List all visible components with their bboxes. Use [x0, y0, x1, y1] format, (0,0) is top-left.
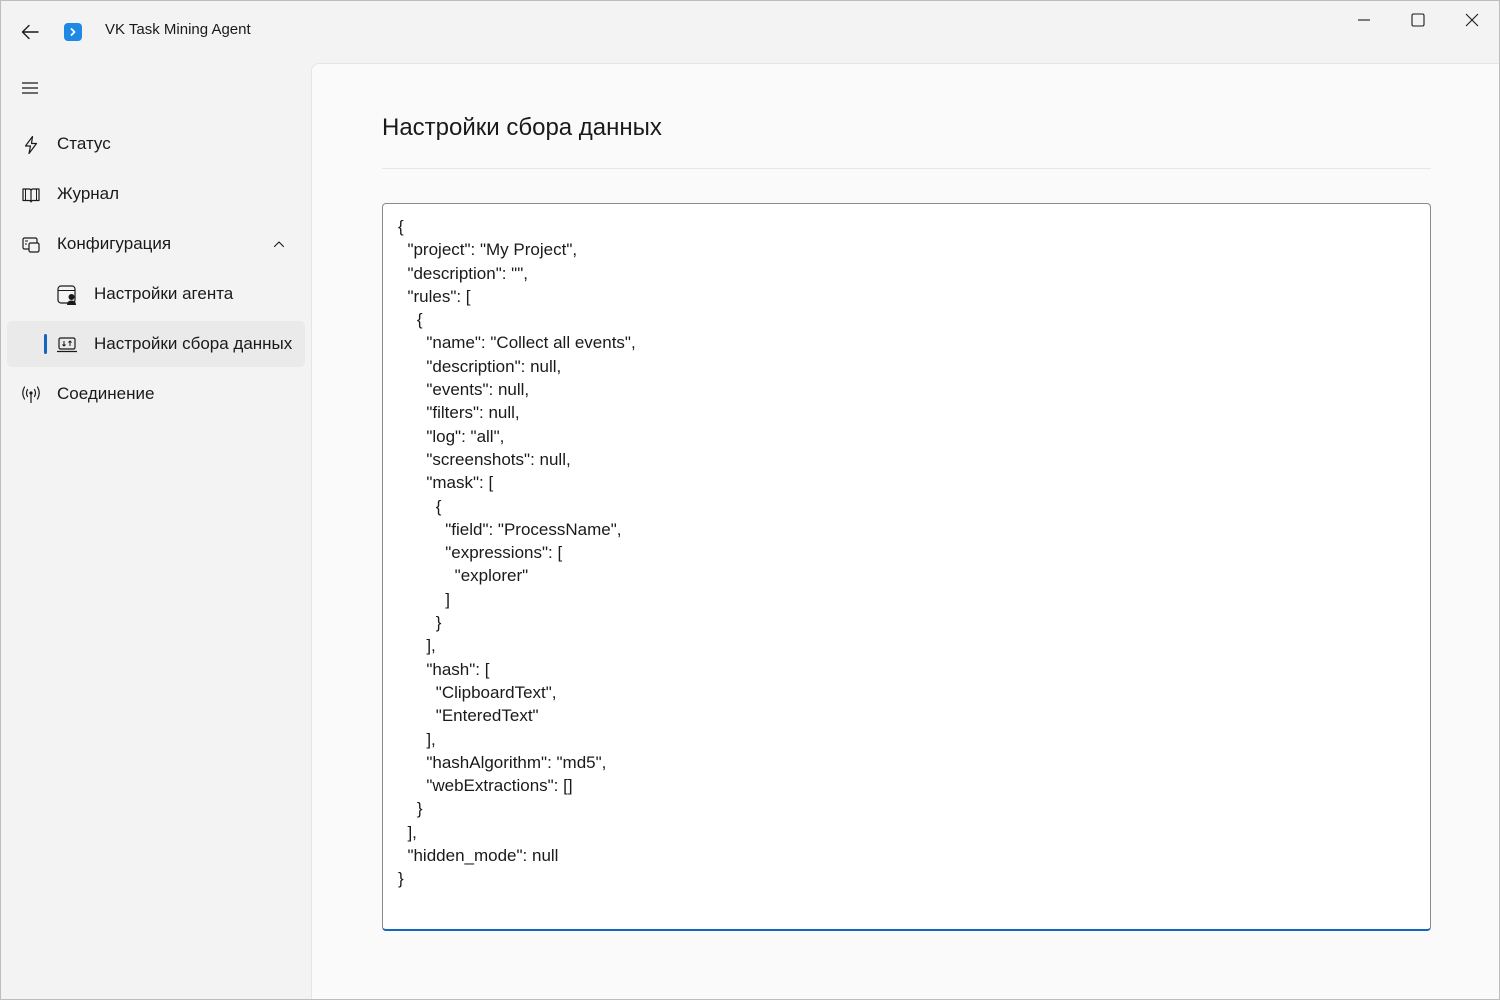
chevron-up-icon[interactable] — [271, 236, 287, 252]
maximize-icon — [1411, 13, 1425, 27]
sidebar-item-label: Настройки сбора данных — [94, 334, 293, 353]
arrow-left-icon — [21, 24, 39, 40]
menu-toggle-button[interactable] — [15, 73, 45, 103]
lightning-icon — [19, 133, 43, 157]
minimize-icon — [1358, 19, 1370, 21]
hamburger-icon — [22, 82, 38, 94]
title-bar: VK Task Mining Agent — [1, 1, 1499, 61]
sidebar-item-data-collection-settings[interactable]: Настройки сбора данных — [7, 321, 305, 367]
sidebar-item-agent-settings[interactable]: Настройки агента — [7, 271, 305, 317]
sidebar-item-label: Журнал — [57, 184, 120, 203]
settings-json-editor[interactable]: { "project": "My Project", "description"… — [382, 203, 1431, 931]
agent-settings-icon — [55, 283, 79, 307]
sidebar-item-label: Статус — [57, 134, 111, 153]
minimize-button[interactable] — [1341, 5, 1387, 35]
close-icon — [1465, 13, 1479, 27]
configuration-icon — [19, 233, 43, 257]
title-divider — [382, 168, 1431, 169]
page-title: Настройки сбора данных — [382, 114, 662, 141]
back-button[interactable] — [15, 17, 45, 47]
sidebar-item-status[interactable]: Статус — [7, 121, 305, 167]
app-title: VK Task Mining Agent — [105, 21, 251, 38]
sidebar-item-label: Конфигурация — [57, 234, 172, 253]
app-window: VK Task Mining Agent Статус Журнал Конфи… — [0, 0, 1500, 1000]
sidebar-item-configuration[interactable]: Конфигурация — [7, 221, 305, 267]
book-icon — [19, 183, 43, 207]
sidebar-item-connection[interactable]: Соединение — [7, 371, 305, 417]
settings-json-text[interactable]: { "project": "My Project", "description"… — [398, 215, 1418, 891]
antenna-icon — [19, 383, 43, 407]
sidebar-item-label: Настройки агента — [94, 284, 234, 303]
sidebar-item-journal[interactable]: Журнал — [7, 171, 305, 217]
close-button[interactable] — [1449, 5, 1495, 35]
sidebar-item-label: Соединение — [57, 384, 155, 403]
selection-indicator — [44, 334, 47, 354]
maximize-button[interactable] — [1395, 5, 1441, 35]
main-content: Настройки сбора данных { "project": "My … — [311, 63, 1499, 999]
app-logo-icon — [64, 23, 82, 41]
data-collection-icon — [55, 333, 79, 357]
